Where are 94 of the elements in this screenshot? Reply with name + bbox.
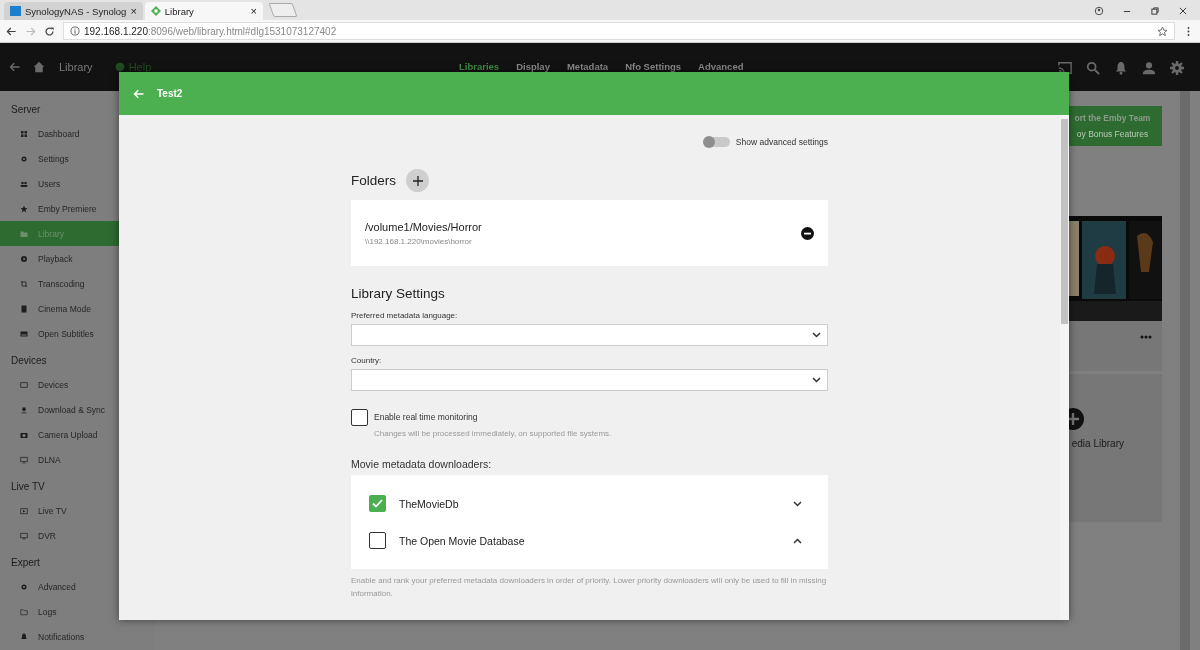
chevron-down-icon xyxy=(812,377,821,383)
sidebar-item[interactable]: Dashboard xyxy=(0,121,155,146)
plus-icon xyxy=(412,175,423,186)
sidebar-item[interactable]: Transcoding xyxy=(0,271,155,296)
add-folder-button[interactable] xyxy=(406,169,429,192)
film-icon xyxy=(20,304,28,313)
folder-path: /volume1/Movies/Horror xyxy=(365,220,483,233)
hint-text: Enable and rank your preferred metadata downloaders in order of priority. Lower priority downloaders will only be used to fill in missing information. xyxy=(351,575,828,600)
sidebar-item[interactable]: Playback xyxy=(0,246,155,271)
checkbox[interactable] xyxy=(369,495,386,512)
bell-icon xyxy=(1114,61,1128,75)
star-icon xyxy=(20,204,28,213)
back-icon xyxy=(133,87,145,100)
library-card[interactable] xyxy=(1069,216,1162,371)
remove-button[interactable] xyxy=(801,226,814,240)
downloader-name: TheMovieDb xyxy=(399,497,460,510)
section-heading: Devices xyxy=(10,354,48,368)
field-label: Country: xyxy=(351,356,383,365)
scrollbar[interactable] xyxy=(1060,115,1069,620)
chevron-up-icon[interactable] xyxy=(793,537,802,544)
browser-tab[interactable]: Library × xyxy=(144,2,263,20)
subtitles-icon xyxy=(20,329,28,338)
select-field[interactable] xyxy=(351,324,828,346)
search-icon xyxy=(1086,61,1100,75)
checkbox[interactable] xyxy=(369,532,386,549)
monitor-icon xyxy=(20,531,28,540)
back-icon xyxy=(6,25,17,37)
check-icon xyxy=(372,499,383,508)
support-button[interactable]: ort the Emby Team oy Bonus Features xyxy=(1069,106,1162,146)
gear-icon xyxy=(20,582,28,591)
section-heading: Live TV xyxy=(10,480,46,494)
settings-icon xyxy=(1170,61,1184,75)
add-library-card[interactable]: edia Library xyxy=(1069,374,1162,522)
checkbox[interactable] xyxy=(351,409,368,426)
section-heading: Expert xyxy=(10,556,41,570)
folder-icon xyxy=(20,229,28,238)
chevron-down-icon xyxy=(812,332,821,338)
folder-icon xyxy=(20,607,28,616)
home-icon xyxy=(33,61,45,73)
url-text: 192.168.1.220:8096/web/library.html#dlg1531073127402 xyxy=(84,25,337,37)
profile-icon xyxy=(1094,6,1104,16)
sidebar-item[interactable]: Live TV xyxy=(0,498,155,523)
sidebar-item[interactable]: Devices xyxy=(0,372,155,397)
gear-icon xyxy=(20,154,28,163)
sidebar-item[interactable]: Emby Premiere xyxy=(0,196,155,221)
bell-icon xyxy=(20,632,28,641)
camera-icon xyxy=(20,430,28,439)
back-icon xyxy=(9,61,21,73)
hint-text: Changes will be processed immediately, on supported file systems. xyxy=(374,429,612,438)
browser-tab[interactable]: SynologyNAS - Synolog × xyxy=(4,2,143,20)
page-title: Library xyxy=(59,61,93,73)
field-label: Preferred metadata language: xyxy=(351,311,459,320)
advanced-settings-toggle[interactable]: Show advanced settings xyxy=(703,137,828,147)
dialog-title: Test2 xyxy=(157,88,183,99)
section-heading: Movie metadata downloaders: xyxy=(351,458,493,470)
sidebar-item[interactable]: Logs xyxy=(0,599,155,624)
nav-tab[interactable]: Libraries xyxy=(459,61,500,72)
grid-icon xyxy=(20,129,28,138)
select-field[interactable] xyxy=(351,369,828,391)
sidebar-item[interactable]: DLNA xyxy=(0,447,155,472)
app-favicon xyxy=(10,6,21,16)
close-icon xyxy=(1178,6,1188,16)
star-icon xyxy=(1157,25,1168,37)
info-icon xyxy=(70,26,80,36)
nav-tab[interactable]: Nfo Settings xyxy=(625,61,682,72)
sidebar-item[interactable]: Cinema Mode xyxy=(0,296,155,321)
diamond-icon xyxy=(150,6,161,16)
cast-icon xyxy=(1058,61,1072,75)
nav-tab[interactable]: Metadata xyxy=(566,61,609,72)
network-path: \\192.168.1.220\movies\horror xyxy=(365,236,473,246)
sidebar-item[interactable]: Notifications xyxy=(0,624,155,649)
monitor-icon xyxy=(20,455,28,464)
forward-icon xyxy=(25,25,36,37)
scrollbar[interactable] xyxy=(1180,91,1190,650)
restore-icon xyxy=(1150,6,1160,16)
chevron-down-icon[interactable] xyxy=(793,500,802,507)
address-bar[interactable]: 192.168.1.220:8096/web/library.html#dlg1531073127402 xyxy=(63,22,1175,40)
tv-icon xyxy=(20,506,28,515)
nav-tab[interactable]: Display xyxy=(516,61,550,72)
nav-tab[interactable]: Advanced xyxy=(698,61,744,72)
person-icon xyxy=(1142,61,1156,75)
sidebar-item[interactable]: Users xyxy=(0,171,155,196)
reload-icon xyxy=(44,25,55,37)
tablet-icon xyxy=(20,380,28,389)
section-heading: Folders xyxy=(351,173,396,188)
download-icon xyxy=(20,405,28,414)
minus-circle-icon xyxy=(801,226,814,240)
downloader-name: The Open Movie Database xyxy=(399,534,526,547)
play-circle-icon xyxy=(20,254,28,263)
checkbox-label: Enable real time monitoring xyxy=(374,412,479,422)
section-heading: Server xyxy=(10,103,42,117)
section-heading: Library Settings xyxy=(351,286,446,301)
more-icon[interactable] xyxy=(1140,335,1152,339)
sidebar-item[interactable]: DVR xyxy=(0,523,155,548)
